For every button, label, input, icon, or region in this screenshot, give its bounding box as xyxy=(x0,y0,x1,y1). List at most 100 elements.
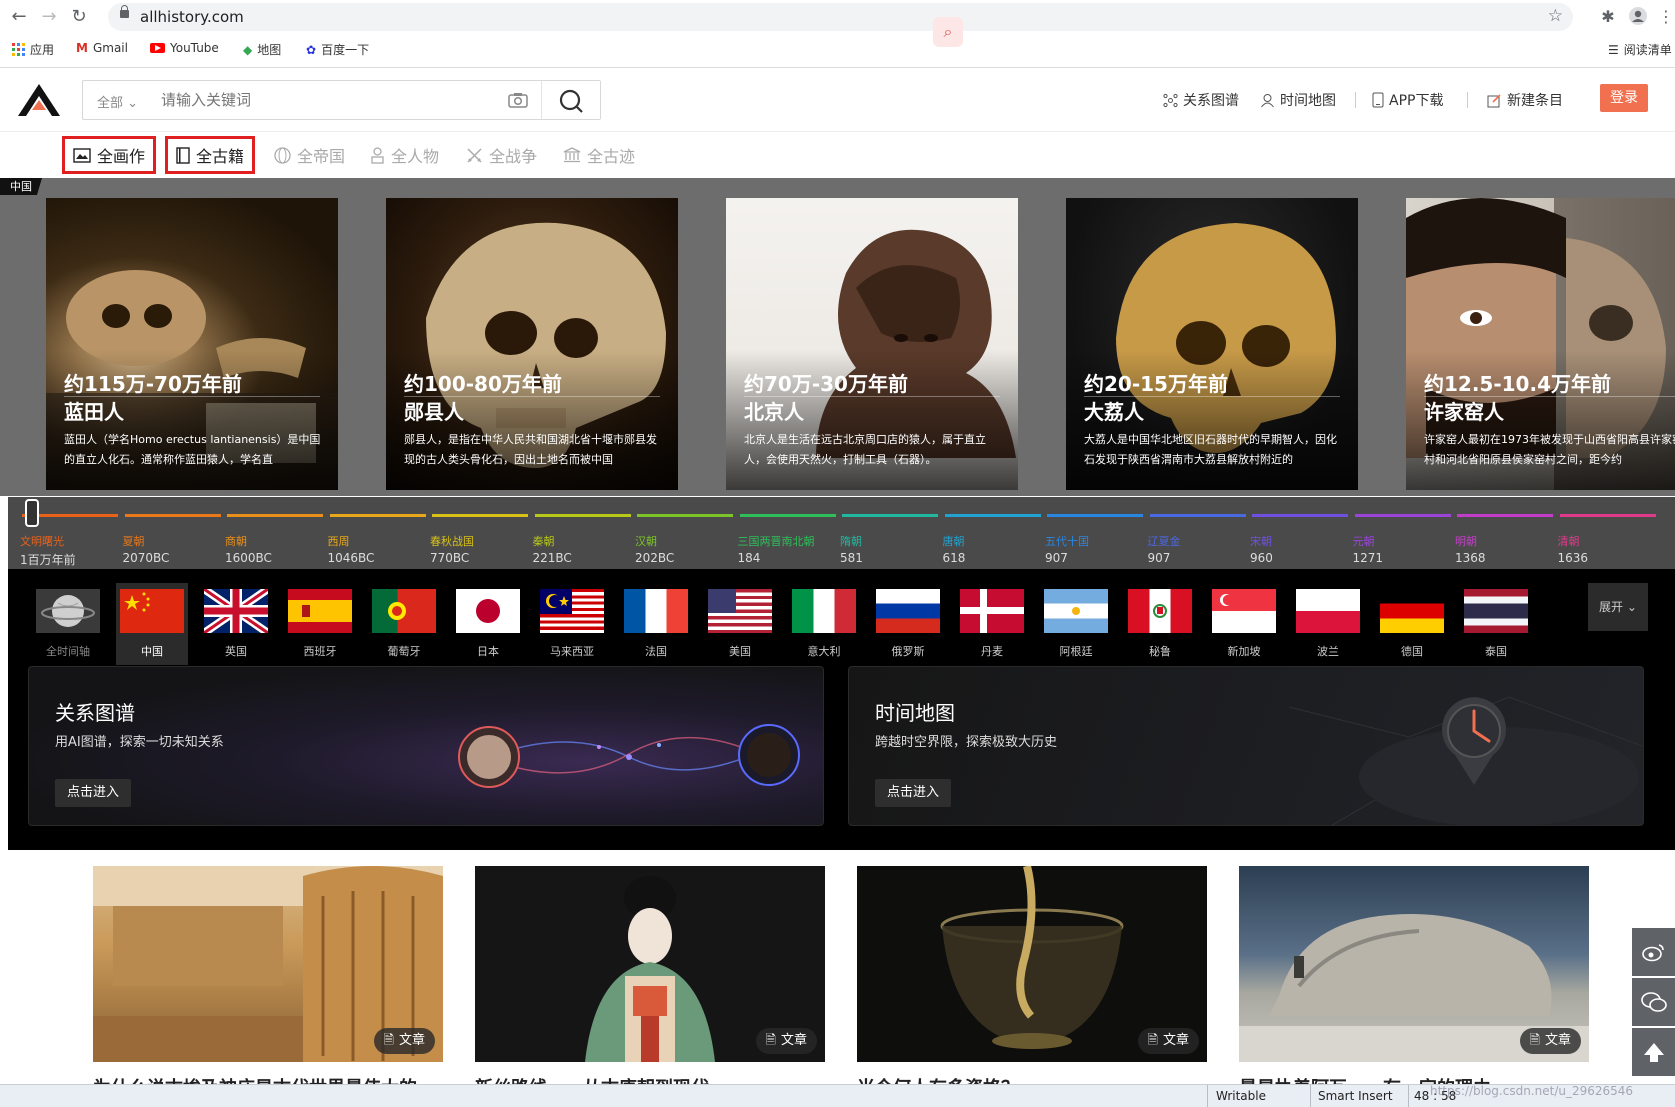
timeline-dynasty-label[interactable]: 春秋战国 xyxy=(430,533,474,549)
promo-enter-button[interactable]: 点击进入 xyxy=(55,779,132,807)
nav-separator xyxy=(1467,92,1468,108)
country-poland[interactable]: 波兰 xyxy=(1292,583,1364,665)
article-card[interactable]: 🗎 文章 xyxy=(857,866,1207,1062)
article-card[interactable]: 🗎 文章 xyxy=(475,866,825,1062)
login-button[interactable]: 登录 xyxy=(1600,84,1648,112)
forward-arrow-icon[interactable]: → xyxy=(38,6,60,28)
country-all-timeline[interactable]: 全时间轴 xyxy=(32,583,104,665)
search-scope-select[interactable]: 全部 ⌄ xyxy=(97,92,138,111)
timeline-year-label: 618 xyxy=(942,551,966,565)
timeline-segment[interactable] xyxy=(842,514,938,517)
star-icon[interactable]: ☆ xyxy=(1548,6,1563,26)
timeline-dynasty-label[interactable]: 清朝 xyxy=(1558,533,1580,549)
timeline-segment[interactable] xyxy=(1047,514,1143,517)
address-bar[interactable]: allhistory.com ☆ xyxy=(108,3,1573,31)
profile-icon[interactable] xyxy=(1627,6,1649,28)
hero-card[interactable]: 约20-15万年前 大荔人 大荔人是中国华北地区旧石器时代的早期智人，因化石发现… xyxy=(1066,198,1358,490)
timeline-segment[interactable] xyxy=(124,514,221,517)
country-italy[interactable]: 意大利 xyxy=(788,583,860,665)
tab-empires[interactable]: 全帝国 xyxy=(266,136,353,174)
wechat-share-button[interactable] xyxy=(1632,978,1675,1026)
timeline-dynasty-label[interactable]: 文明曙光 xyxy=(20,533,64,549)
country-denmark[interactable]: 丹麦 xyxy=(956,583,1028,665)
timeline-dynasty-label[interactable]: 宋朝 xyxy=(1250,533,1272,549)
tab-figures[interactable]: 全人物 xyxy=(362,136,447,174)
promo-relation-graph[interactable]: 关系图谱 用AI图谱，探索一切未知关系 点击进入 xyxy=(28,666,824,826)
timeline-segment[interactable] xyxy=(1559,514,1656,517)
bookmark-apps[interactable]: 应用 xyxy=(12,41,54,58)
hero-card[interactable]: 约12.5-10.4万年前 许家窑人 许家窑人最初在1973年被发现于山西省阳高… xyxy=(1406,198,1675,490)
hero-card[interactable]: 约100-80万年前 郧县人 郧县人，是指在中华人民共和国湖北省十堰市郧县发现的… xyxy=(386,198,678,490)
timeline-dynasty-label[interactable]: 西周 xyxy=(328,533,350,549)
nav-app-download[interactable]: APP下载 xyxy=(1372,90,1443,110)
timeline-segment[interactable] xyxy=(1354,514,1451,517)
country-germany[interactable]: 德国 xyxy=(1376,583,1448,665)
timeline-dynasty-label[interactable]: 唐朝 xyxy=(943,533,965,549)
timeline-segment[interactable] xyxy=(1149,514,1246,517)
timeline-dynasty-label[interactable]: 元朝 xyxy=(1353,533,1375,549)
promo-enter-button[interactable]: 点击进入 xyxy=(875,779,952,807)
weibo-share-button[interactable] xyxy=(1632,928,1675,976)
timeline-segment[interactable] xyxy=(329,514,426,517)
article-card[interactable]: 🗎 文章 xyxy=(93,866,443,1062)
timeline-handle[interactable] xyxy=(25,499,39,527)
expand-button[interactable]: 展开 ⌄ xyxy=(1588,583,1648,631)
tab-monuments[interactable]: 全古迹 xyxy=(555,136,643,174)
country-usa[interactable]: 美国 xyxy=(704,583,776,665)
bookmark-baidu[interactable]: ✿ 百度一下 xyxy=(306,41,369,58)
timeline-dynasty-label[interactable]: 夏朝 xyxy=(123,533,145,549)
country-spain[interactable]: 西班牙 xyxy=(284,583,356,665)
timeline-segment[interactable] xyxy=(739,514,836,517)
country-malaysia[interactable]: 马来西亚 xyxy=(536,583,608,665)
camera-icon[interactable] xyxy=(508,92,528,108)
bookmark-maps[interactable]: ◆ 地图 xyxy=(243,41,281,58)
timeline-dynasty-label[interactable]: 商朝 xyxy=(225,533,247,549)
promo-title: 关系图谱 xyxy=(55,701,135,725)
tab-paintings[interactable]: 全画作 xyxy=(62,136,157,174)
timeline-segment[interactable] xyxy=(432,514,528,517)
country-japan[interactable]: 日本 xyxy=(452,583,524,665)
country-russia[interactable]: 俄罗斯 xyxy=(872,583,944,665)
hero-card[interactable]: 约115万-70万年前 蓝田人 蓝田人（学名Homo erectus lanti… xyxy=(46,198,338,490)
country-thailand[interactable]: 泰国 xyxy=(1460,583,1532,665)
article-card[interactable]: 🗎 文章 xyxy=(1239,866,1589,1062)
hero-card[interactable]: 约70万-30万年前 北京人 北京人是生活在远古北京周口店的猿人，属于直立人，会… xyxy=(726,198,1018,490)
timeline-dynasty-label[interactable]: 秦朝 xyxy=(533,533,555,549)
country-peru[interactable]: 秘鲁 xyxy=(1124,583,1196,665)
nav-time-map[interactable]: 时间地图 xyxy=(1260,90,1336,110)
timeline-dynasty-label[interactable]: 辽夏金 xyxy=(1148,533,1181,549)
country-singapore[interactable]: 新加坡 xyxy=(1208,583,1280,665)
timeline-dynasty-label[interactable]: 汉朝 xyxy=(635,533,657,549)
search-icon[interactable] xyxy=(557,88,585,114)
country-argentina[interactable]: 阿根廷 xyxy=(1040,583,1112,665)
timeline-dynasty-label[interactable]: 三国两晋南北朝 xyxy=(738,533,815,549)
tab-ancient-books[interactable]: 全古籍 xyxy=(165,136,256,174)
tab-wars[interactable]: 全战争 xyxy=(458,136,545,174)
puzzle-icon[interactable]: ✱ xyxy=(1597,6,1619,28)
reload-icon[interactable]: ↻ xyxy=(68,6,90,28)
search-input[interactable] xyxy=(161,90,461,110)
country-china[interactable]: 中国 xyxy=(116,583,188,665)
timeline-dynasty-label[interactable]: 隋朝 xyxy=(840,533,862,549)
timeline-segment[interactable] xyxy=(637,514,733,517)
country-france[interactable]: 法国 xyxy=(620,583,692,665)
country-uk[interactable]: 英国 xyxy=(200,583,272,665)
timeline-segment[interactable] xyxy=(944,514,1041,517)
back-to-top-button[interactable] xyxy=(1632,1028,1675,1076)
timeline-segment[interactable] xyxy=(1252,514,1348,517)
bookmark-youtube[interactable]: YouTube xyxy=(150,41,219,55)
timeline-segment[interactable] xyxy=(227,514,323,517)
country-portugal[interactable]: 葡萄牙 xyxy=(368,583,440,665)
timeline-dynasty-label[interactable]: 明朝 xyxy=(1455,533,1477,549)
allhistory-logo[interactable] xyxy=(16,82,62,118)
kebab-menu-icon[interactable]: ⋮ xyxy=(1655,6,1675,28)
reading-list[interactable]: ☰ 阅读清单 xyxy=(1608,41,1672,58)
nav-relation-graph[interactable]: 关系图谱 xyxy=(1163,90,1239,110)
promo-time-map[interactable]: 时间地图 跨越时空界限，探索极致大历史 点击进入 xyxy=(848,666,1644,826)
bookmark-gmail[interactable]: M Gmail xyxy=(76,41,128,55)
timeline-segment[interactable] xyxy=(534,514,631,517)
back-arrow-icon[interactable]: ← xyxy=(8,6,30,28)
timeline-dynasty-label[interactable]: 五代十国 xyxy=(1045,533,1089,549)
nav-new-entry[interactable]: 新建条目 xyxy=(1487,90,1563,110)
timeline-segment[interactable] xyxy=(1457,514,1553,517)
